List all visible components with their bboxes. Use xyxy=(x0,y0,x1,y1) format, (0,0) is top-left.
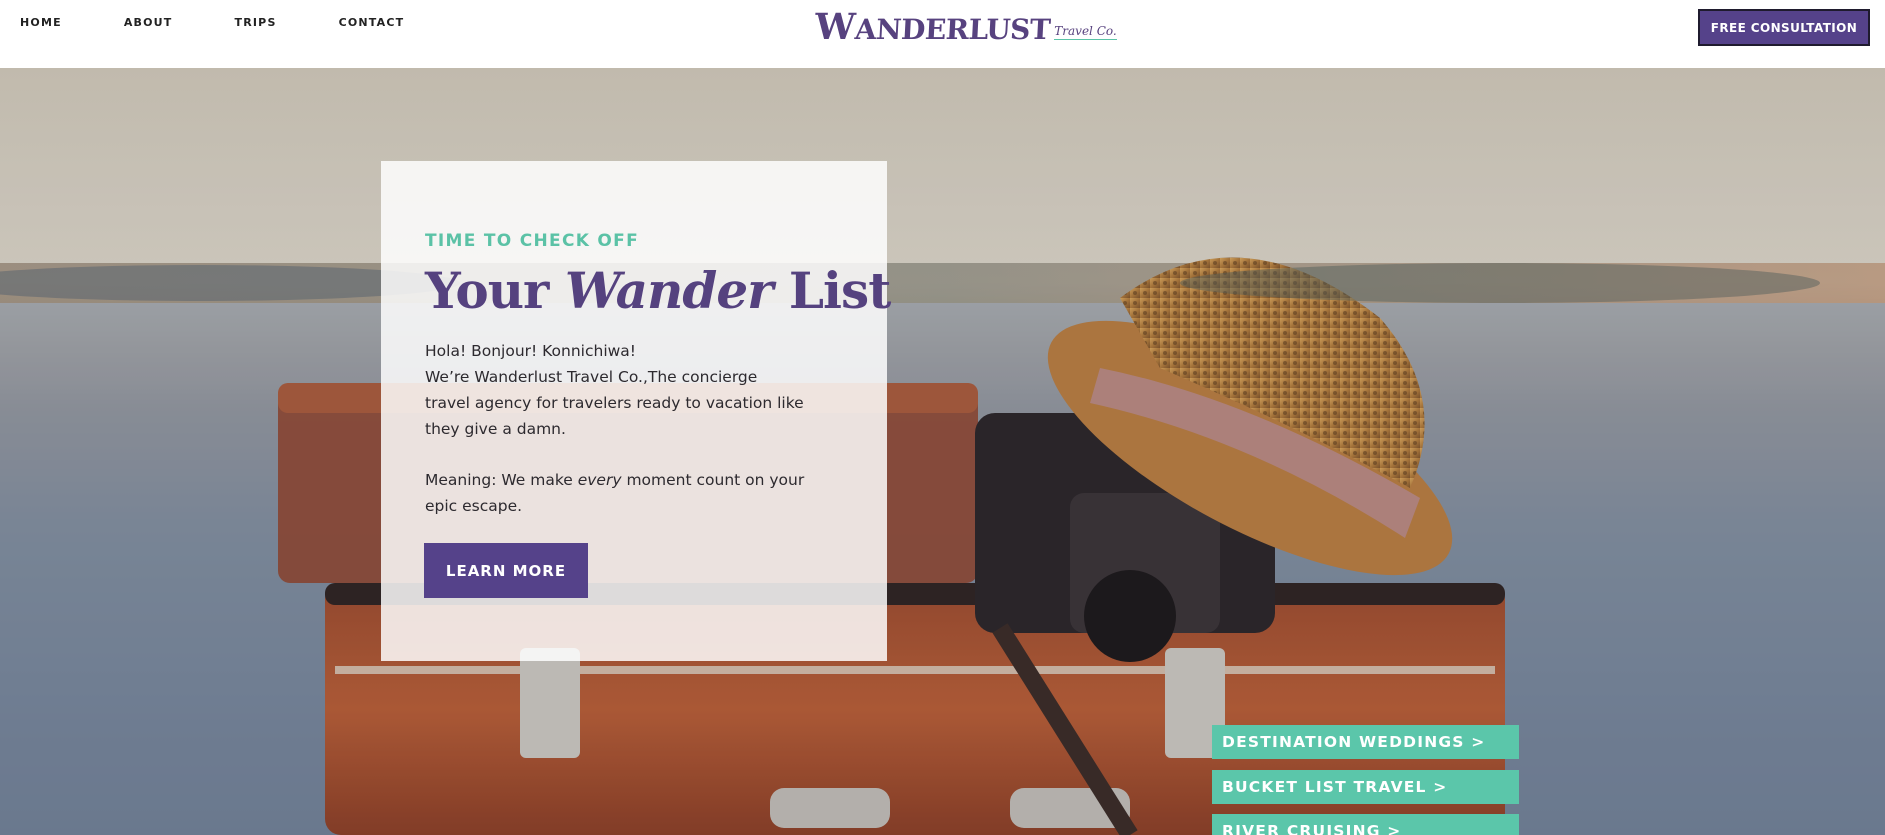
river-cruising-link[interactable]: RIVER CRUISING > xyxy=(1212,814,1519,835)
hero-eyebrow: TIME TO CHECK OFF xyxy=(425,231,639,251)
main-nav: HOME ABOUT TRIPS CONTACT xyxy=(20,16,466,29)
site-logo[interactable]: WANDERLUST Travel Co. xyxy=(813,6,1117,48)
learn-more-button[interactable]: LEARN MORE xyxy=(424,543,588,598)
hero-background-image xyxy=(0,68,1885,835)
hero-intro: Hola! Bonjour! Konnichiwa! We’re Wanderlu… xyxy=(425,342,804,438)
site-header: HOME ABOUT TRIPS CONTACT WANDERLUST Trav… xyxy=(0,0,1885,68)
logo-wordmark: WANDERLUST xyxy=(813,6,1052,48)
hero-body: Hola! Bonjour! Konnichiwa! We’re Wanderlu… xyxy=(425,338,805,544)
free-consultation-button[interactable]: FREE CONSULTATION xyxy=(1698,9,1870,46)
hero-section: TIME TO CHECK OFF Your Wander List Hola!… xyxy=(0,68,1885,835)
logo-subtitle: Travel Co. xyxy=(1054,24,1117,40)
nav-home-link[interactable]: HOME xyxy=(20,16,62,29)
destination-weddings-link[interactable]: DESTINATION WEDDINGS > xyxy=(1212,725,1519,759)
hero-meaning: Meaning: We make every moment count on y… xyxy=(425,471,805,515)
nav-about-link[interactable]: ABOUT xyxy=(124,16,173,29)
hero-headline: Your Wander List xyxy=(425,261,891,320)
nav-contact-link[interactable]: CONTACT xyxy=(339,16,405,29)
nav-trips-link[interactable]: TRIPS xyxy=(235,16,277,29)
hero-card: TIME TO CHECK OFF Your Wander List Hola!… xyxy=(381,161,891,661)
bucket-list-travel-link[interactable]: BUCKET LIST TRAVEL > xyxy=(1212,770,1519,804)
